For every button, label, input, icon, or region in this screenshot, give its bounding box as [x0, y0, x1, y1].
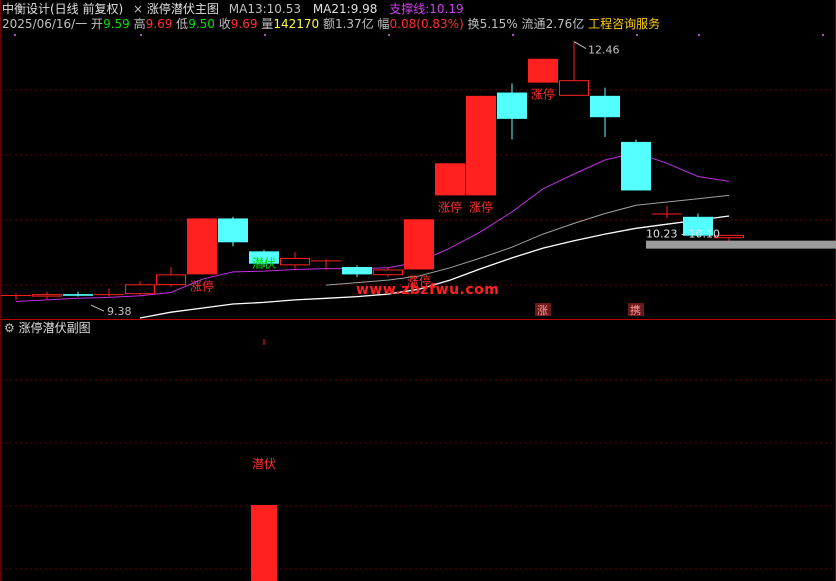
low-pointer [90, 304, 105, 312]
candle-body [590, 95, 620, 118]
candle-body [373, 269, 403, 276]
top-marker [512, 34, 514, 36]
candle-body [342, 266, 372, 275]
candle-body [1, 294, 31, 296]
support-range-label: 10.23 - 10.10 [646, 228, 720, 241]
candle-body [528, 58, 558, 83]
candle-body [497, 92, 527, 119]
sub-signal-label: 潜伏 [252, 457, 276, 471]
chart-stage: 中衡设计(日线 前复权) × 涨停潜伏主图 MA13:10.53 MA21:9.… [0, 0, 836, 581]
top-marker [636, 34, 638, 36]
top-marker [698, 34, 700, 36]
bottom-mark-label: 携 [630, 303, 641, 317]
low-label: 9.38 [107, 305, 132, 318]
sub-bar [251, 505, 277, 581]
candle-body [435, 163, 465, 196]
candle-body [94, 294, 124, 296]
top-marker [140, 34, 142, 36]
candle-body [466, 95, 496, 196]
candle-body [311, 260, 341, 262]
signal-label: 涨停 [531, 87, 555, 102]
top-marker [14, 34, 16, 36]
high-pointer [573, 41, 587, 49]
sub-header: ⚙ 涨停潜伏副图 [4, 321, 91, 335]
support-band [646, 240, 836, 249]
signal-label: 涨停 [190, 278, 214, 293]
candle-body [652, 213, 682, 215]
candle-body [125, 284, 155, 295]
top-marker [264, 34, 266, 36]
bottom-mark-label: 涨 [537, 304, 548, 317]
sub-title[interactable]: 涨停潜伏副图 [19, 321, 91, 335]
candle-body [32, 294, 62, 297]
candle-body [280, 257, 310, 266]
candle-body [63, 294, 93, 296]
sub-chart: 潜伏 [251, 339, 277, 581]
signal-label: 潜伏 [252, 256, 276, 270]
gear-icon[interactable]: ⚙ [4, 321, 15, 335]
top-marker [822, 34, 824, 36]
high-label: 12.46 [588, 44, 620, 57]
candles [1, 41, 744, 300]
candle-body [559, 80, 589, 96]
candle-body [187, 218, 217, 275]
candle-body [621, 141, 651, 191]
candle-body [404, 219, 434, 270]
signal-label: 涨停 [438, 199, 462, 214]
candle-body [218, 218, 248, 243]
top-marker [388, 34, 390, 36]
watermark: www.zbzfwu.com [356, 282, 500, 298]
candle-body [156, 274, 186, 286]
signal-label: 涨停 [469, 199, 493, 214]
